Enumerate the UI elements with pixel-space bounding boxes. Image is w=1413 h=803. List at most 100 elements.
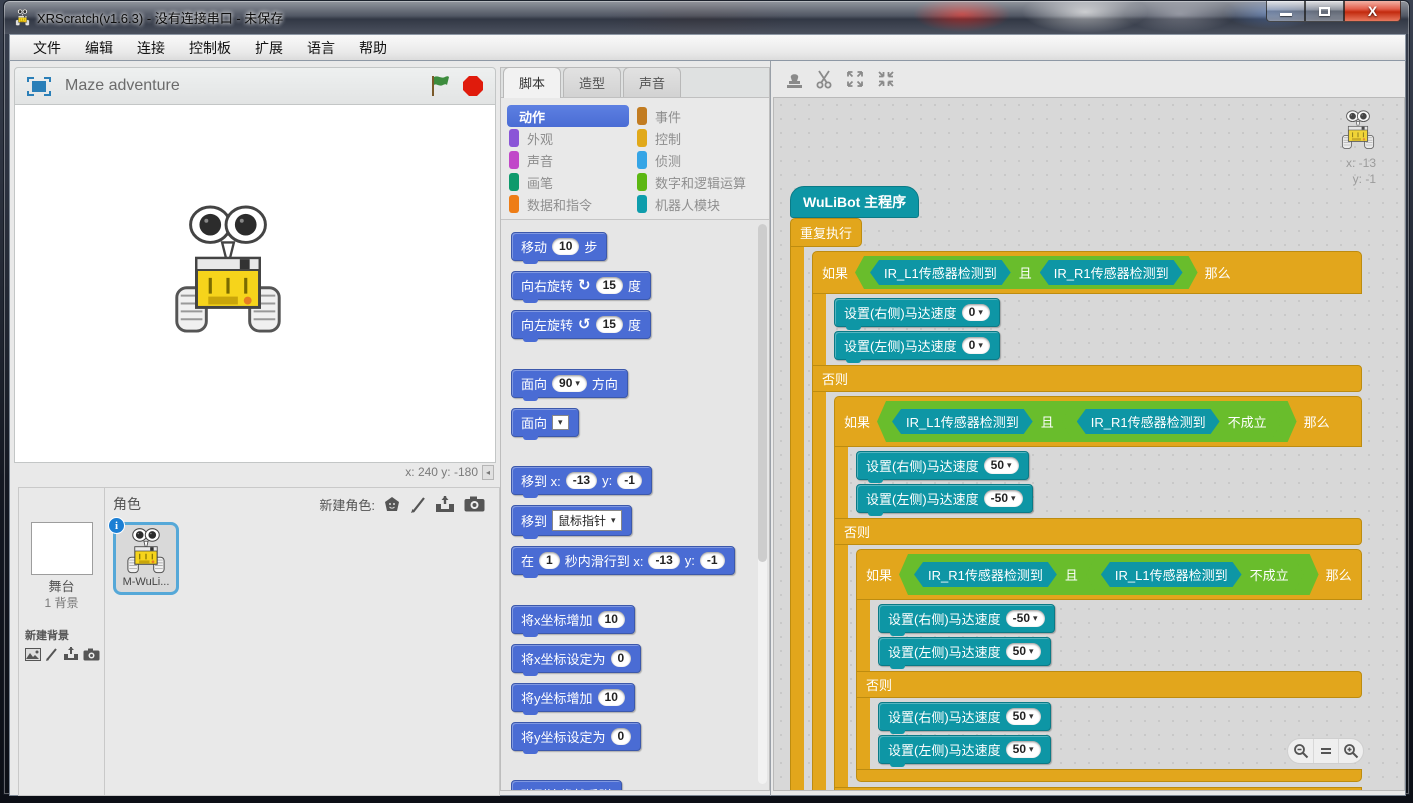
fullscreen-icon[interactable] [27, 77, 51, 96]
menu-language[interactable]: 语言 [296, 35, 346, 61]
set-left-motor-block[interactable]: 设置(左侧)马达速度 50 [878, 637, 1051, 666]
title-bar[interactable]: XRScratch(v1.6.3) - 没有连接串口 - 未保存 X [4, 1, 1409, 34]
block-point-direction[interactable]: 面向90方向 [511, 369, 628, 398]
zoom-out-button[interactable] [1288, 738, 1313, 764]
zoom-in-button[interactable] [1338, 738, 1363, 764]
motor-speed-dropdown[interactable]: 50 [1006, 708, 1041, 725]
ir-l1-sensor-block[interactable]: IR_L1传感器检测到 [892, 409, 1033, 434]
close-button[interactable]: X [1344, 1, 1401, 22]
sprite-card-wulibot[interactable]: i M-WuLi... [113, 522, 179, 595]
set-left-motor-block[interactable]: 设置(左侧)马达速度 0 [834, 331, 1000, 360]
and-block-2[interactable]: IR_L1传感器检测到 且 IR_R1传感器检测到 不成立 [877, 401, 1297, 442]
minimize-button[interactable] [1266, 1, 1305, 22]
set-right-motor-block[interactable]: 设置(右侧)马达速度 0 [834, 298, 1000, 327]
motor-speed-dropdown[interactable]: -50 [984, 490, 1023, 507]
block-goto-mouse[interactable]: 移到鼠标指针 [511, 505, 632, 536]
ir-r1-sensor-block[interactable]: IR_R1传感器检测到 [1077, 409, 1220, 434]
block-turn-left[interactable]: 向左旋转↺15度 [511, 310, 651, 339]
block-set-y[interactable]: 将y坐标设定为0 [511, 722, 641, 751]
script-canvas[interactable]: x: -13 y: -1 WuLiBot 主程序 重复执行 [773, 97, 1405, 791]
motor-speed-dropdown[interactable]: -50 [1006, 610, 1045, 627]
and-block-3[interactable]: IR_R1传感器检测到 且 IR_L1传感器检测到 不成立 [899, 554, 1319, 595]
category-looks[interactable]: 外观 [507, 127, 635, 149]
hat-block-wulibot-main[interactable]: WuLiBot 主程序 [790, 186, 919, 218]
tab-costumes[interactable]: 造型 [563, 67, 621, 97]
maximize-button[interactable] [1305, 1, 1344, 22]
motor-speed-dropdown[interactable]: 0 [962, 304, 990, 321]
menu-board[interactable]: 控制板 [178, 35, 242, 61]
category-pen[interactable]: 画笔 [507, 171, 635, 193]
ir-r1-sensor-block[interactable]: IR_R1传感器检测到 [1040, 260, 1183, 285]
category-control[interactable]: 控制 [635, 127, 763, 149]
and-block-1[interactable]: IR_L1传感器检测到 且 IR_R1传感器检测到 [855, 256, 1198, 289]
if-else-block-1[interactable]: 如果 IR_L1传感器检测到 且 IR_R1传感器检测到 那么 [812, 251, 1362, 791]
category-events[interactable]: 事件 [635, 105, 763, 127]
stage-canvas[interactable] [14, 105, 496, 463]
new-sprite-library-icon[interactable] [383, 496, 401, 513]
upload-sprite-icon[interactable] [435, 496, 455, 513]
project-title[interactable]: Maze adventure [65, 77, 429, 95]
not-block[interactable]: IR_R1传感器检测到 不成立 [1062, 405, 1282, 438]
robot-sprite-on-stage[interactable] [168, 205, 288, 335]
camera-backdrop-icon[interactable] [83, 648, 100, 661]
not-block[interactable]: IR_L1传感器检测到 不成立 [1086, 558, 1304, 591]
palette-scrollbar-thumb[interactable] [758, 224, 767, 562]
menu-help[interactable]: 帮助 [348, 35, 398, 61]
sprite-info-icon[interactable]: i [108, 517, 125, 534]
block-move-steps[interactable]: 移动10步 [511, 232, 607, 261]
stop-button[interactable] [463, 76, 483, 96]
scissors-icon[interactable] [815, 69, 834, 89]
block-change-x[interactable]: 将x坐标增加10 [511, 605, 635, 634]
block-bounce-on-edge[interactable]: 碰到边缘就反弹 [511, 780, 622, 790]
set-right-motor-block[interactable]: 设置(右侧)马达速度 50 [878, 702, 1051, 731]
green-flag-button[interactable] [429, 74, 453, 98]
stamp-icon[interactable] [785, 69, 804, 89]
category-sound[interactable]: 声音 [507, 149, 635, 171]
menu-edit[interactable]: 编辑 [74, 35, 124, 61]
block-turn-right[interactable]: 向右旋转↻15度 [511, 271, 651, 300]
set-left-motor-block[interactable]: 设置(左侧)马达速度 50 [878, 735, 1051, 764]
script-stack[interactable]: WuLiBot 主程序 重复执行 如果 [790, 186, 1362, 791]
set-right-motor-block[interactable]: 设置(右侧)马达速度 -50 [878, 604, 1055, 633]
ir-l1-sensor-block[interactable]: IR_L1传感器检测到 [870, 260, 1011, 285]
tab-sounds[interactable]: 声音 [623, 67, 681, 97]
category-motion[interactable]: 动作 [507, 105, 629, 127]
category-robot[interactable]: 机器人模块 [635, 193, 763, 215]
category-operators[interactable]: 数字和逻辑运算 [635, 171, 763, 193]
zoom-reset-button[interactable] [1313, 738, 1338, 764]
forever-label[interactable]: 重复执行 [790, 218, 862, 247]
block-point-towards[interactable]: 面向 [511, 408, 579, 437]
grow-sprite-icon[interactable] [845, 69, 865, 89]
motor-speed-dropdown[interactable]: 50 [1006, 643, 1041, 660]
set-left-motor-block[interactable]: 设置(左侧)马达速度 -50 [856, 484, 1033, 513]
ir-l1-sensor-block[interactable]: IR_L1传感器检测到 [1101, 562, 1242, 587]
stage-column[interactable]: 舞台 1 背景 新建背景 [19, 488, 105, 795]
if-else-block-3[interactable]: 如果 IR_R1传感器检测到 且 IR_L1传感器检测到 [856, 549, 1362, 782]
upload-backdrop-icon[interactable] [63, 647, 79, 661]
menu-extensions[interactable]: 扩展 [244, 35, 294, 61]
block-set-x[interactable]: 将x坐标设定为0 [511, 644, 641, 673]
set-right-motor-block[interactable]: 设置(右侧)马达速度 50 [856, 451, 1029, 480]
palette-scrollbar[interactable] [758, 224, 767, 784]
camera-sprite-icon[interactable] [464, 496, 485, 512]
menu-file[interactable]: 文件 [22, 35, 72, 61]
ir-r1-sensor-block[interactable]: IR_R1传感器检测到 [914, 562, 1057, 587]
paint-new-backdrop-icon[interactable] [45, 647, 59, 661]
paint-new-sprite-icon[interactable] [410, 496, 426, 513]
tab-scripts[interactable]: 脚本 [503, 67, 561, 98]
goto-target-dropdown[interactable]: 鼠标指针 [552, 510, 622, 531]
category-sensing[interactable]: 侦测 [635, 149, 763, 171]
category-data[interactable]: 数据和指令 [507, 193, 635, 215]
motor-speed-dropdown[interactable]: 50 [1006, 741, 1041, 758]
motor-speed-dropdown[interactable]: 0 [962, 337, 990, 354]
if-else-block-2[interactable]: 如果 IR_L1传感器检测到 且 IR_R1传感器检测到 不成立 [834, 396, 1362, 791]
block-goto-xy[interactable]: 移到 x:-13y:-1 [511, 466, 652, 495]
block-glide[interactable]: 在1秒内滑行到 x:-13y:-1 [511, 546, 735, 575]
block-change-y[interactable]: 将y坐标增加10 [511, 683, 635, 712]
collapse-stage-button[interactable]: ◂ [482, 465, 494, 480]
point-towards-dropdown[interactable] [552, 415, 569, 430]
stage-backdrop-thumbnail[interactable] [31, 522, 93, 575]
shrink-sprite-icon[interactable] [876, 69, 896, 89]
forever-block[interactable]: 重复执行 如果 IR_L1传感器检测到 [790, 218, 1362, 791]
new-backdrop-library-icon[interactable] [25, 648, 41, 661]
